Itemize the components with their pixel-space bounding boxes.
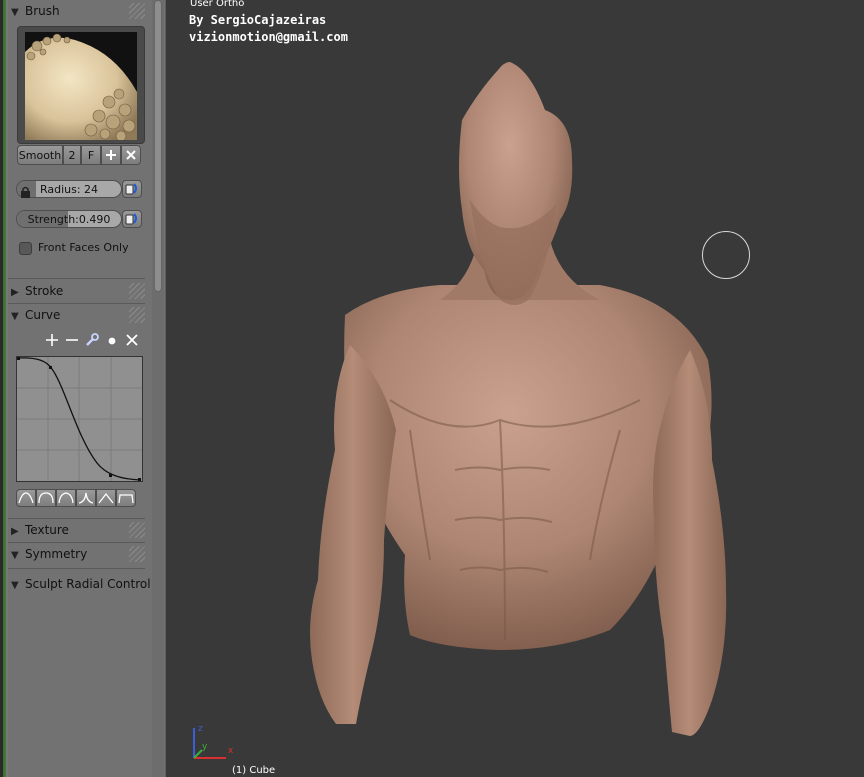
texture-panel-header[interactable]: ▶ Texture bbox=[8, 519, 145, 541]
stroke-panel-header[interactable]: ▶ Stroke bbox=[8, 280, 145, 302]
sharp-preset-button[interactable] bbox=[76, 489, 96, 507]
smooth-curve-icon bbox=[18, 492, 34, 504]
clip-button[interactable] bbox=[104, 333, 120, 349]
smooth-preset-button[interactable] bbox=[16, 489, 36, 507]
lock-icon[interactable] bbox=[19, 183, 33, 198]
axis-y-label: y bbox=[202, 742, 208, 752]
brush-panel-header[interactable]: ▼ Brush bbox=[8, 0, 145, 22]
wrench-icon bbox=[86, 333, 99, 346]
curve-panel-header[interactable]: ▼ Curve bbox=[8, 304, 145, 326]
front-faces-checkbox[interactable] bbox=[19, 242, 32, 255]
strength-pressure-button[interactable] bbox=[122, 210, 142, 228]
expanded-triangle-icon: ▼ bbox=[11, 311, 19, 322]
symmetry-panel-header[interactable]: ▼ Symmetry bbox=[8, 543, 145, 565]
expanded-triangle-icon: ▼ bbox=[11, 580, 19, 591]
add-brush-button[interactable] bbox=[101, 145, 121, 165]
curve-presets bbox=[16, 489, 136, 507]
panel-scrollbar[interactable] bbox=[152, 0, 164, 777]
root-curve-icon bbox=[58, 492, 74, 504]
panel-drag-grip-icon[interactable] bbox=[129, 546, 145, 562]
dot-icon bbox=[108, 337, 116, 345]
brush-cursor-circle bbox=[702, 231, 750, 279]
expanded-triangle-icon: ▼ bbox=[11, 7, 19, 18]
section-divider bbox=[8, 278, 145, 279]
brush-texture-thumbnail-icon bbox=[25, 32, 137, 140]
panel-drag-grip-icon[interactable] bbox=[129, 307, 145, 323]
line-preset-button[interactable] bbox=[96, 489, 116, 507]
pen-pressure-icon bbox=[125, 183, 137, 195]
zoom-in-button[interactable] bbox=[44, 333, 60, 349]
axis-x-label: x bbox=[228, 746, 234, 756]
max-preset-button[interactable] bbox=[116, 489, 136, 507]
plus-icon bbox=[106, 150, 116, 160]
curve-tools-button[interactable] bbox=[84, 333, 100, 349]
scrollbar-thumb[interactable] bbox=[154, 0, 162, 292]
plus-icon bbox=[46, 334, 58, 346]
close-icon bbox=[126, 334, 138, 346]
brush-datablock-row: Smooth 2 F bbox=[17, 145, 141, 165]
collapsed-triangle-icon: ▶ bbox=[11, 287, 19, 298]
root-preset-button[interactable] bbox=[56, 489, 76, 507]
panel-drag-grip-icon[interactable] bbox=[129, 3, 145, 19]
axis-gizmo-icon bbox=[193, 728, 226, 759]
panel-drag-grip-icon[interactable] bbox=[129, 522, 145, 538]
brush-preview[interactable] bbox=[17, 26, 145, 144]
max-curve-icon bbox=[118, 494, 134, 504]
sharp-curve-icon bbox=[78, 492, 94, 504]
sphere-curve-icon bbox=[38, 492, 54, 504]
curve-toolbar bbox=[44, 333, 144, 349]
sculpt-radial-control-header[interactable]: ▼ Sculpt Radial Control bbox=[8, 573, 158, 595]
brush-users-count[interactable]: 2 bbox=[63, 145, 81, 165]
strength-slider[interactable]: Strength: 0.490 bbox=[16, 210, 122, 228]
window-edge bbox=[0, 0, 8, 777]
expanded-triangle-icon: ▼ bbox=[11, 550, 19, 561]
fake-user-button[interactable]: F bbox=[81, 145, 101, 165]
axis-z-label: z bbox=[198, 724, 203, 734]
zoom-out-button[interactable] bbox=[64, 333, 80, 349]
falloff-curve-editor[interactable] bbox=[16, 356, 143, 482]
linear-curve-icon bbox=[98, 492, 114, 504]
falloff-curve-graph bbox=[17, 357, 142, 481]
sphere-preset-button[interactable] bbox=[36, 489, 56, 507]
minus-icon bbox=[66, 339, 78, 341]
close-icon bbox=[126, 150, 136, 160]
radius-pressure-button[interactable] bbox=[122, 180, 142, 198]
sculpted-bust-model bbox=[310, 62, 727, 736]
active-object-label: (1) Cube bbox=[232, 765, 276, 776]
front-faces-label: Front Faces Only bbox=[38, 241, 129, 254]
section-divider bbox=[8, 568, 145, 569]
3d-viewport[interactable]: User Ortho By SergioCajazeiras vizionmot… bbox=[166, 0, 864, 777]
panel-drag-grip-icon[interactable] bbox=[129, 283, 145, 299]
collapsed-triangle-icon: ▶ bbox=[11, 526, 19, 537]
unlink-brush-button[interactable] bbox=[121, 145, 141, 165]
pen-pressure-icon bbox=[125, 213, 137, 225]
delete-point-button[interactable] bbox=[124, 333, 140, 349]
brush-name-field[interactable]: Smooth bbox=[17, 145, 63, 165]
